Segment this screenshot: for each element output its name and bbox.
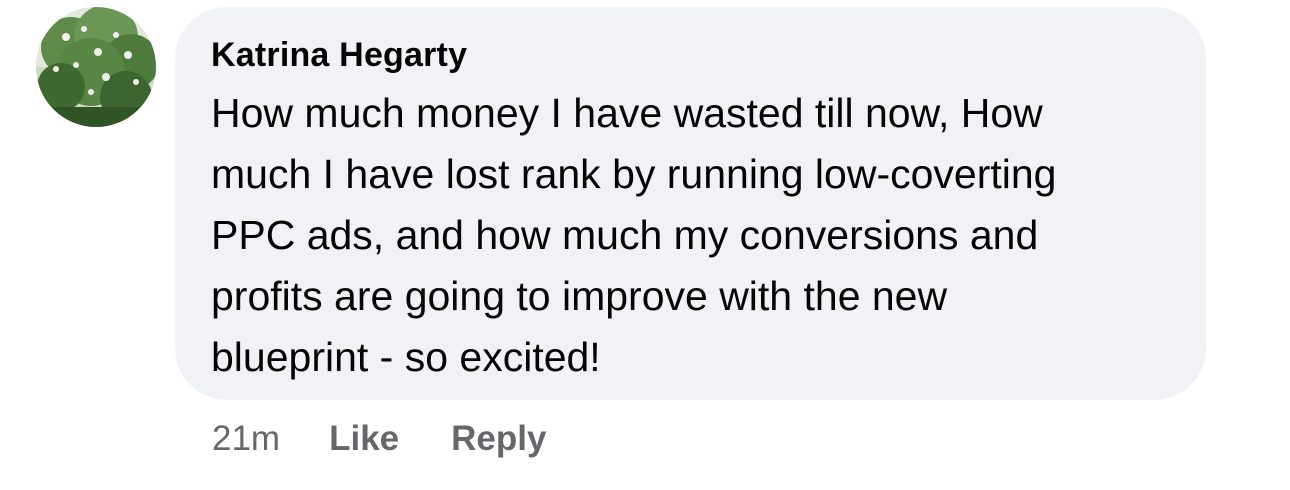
reply-button[interactable]: Reply	[451, 419, 546, 459]
profile-photo-tree-icon	[36, 7, 156, 127]
comment-author[interactable]: Katrina Hegarty	[211, 35, 1176, 75]
comment-text: How much money I have wasted till now, H…	[211, 90, 1057, 380]
comment-timestamp[interactable]: 21m	[212, 419, 280, 459]
like-button[interactable]: Like	[329, 419, 399, 459]
comment-bubble: Katrina Hegarty How much money I have wa…	[175, 7, 1206, 400]
avatar[interactable]	[36, 7, 156, 127]
comment-actions: 21m Like Reply	[212, 416, 598, 462]
